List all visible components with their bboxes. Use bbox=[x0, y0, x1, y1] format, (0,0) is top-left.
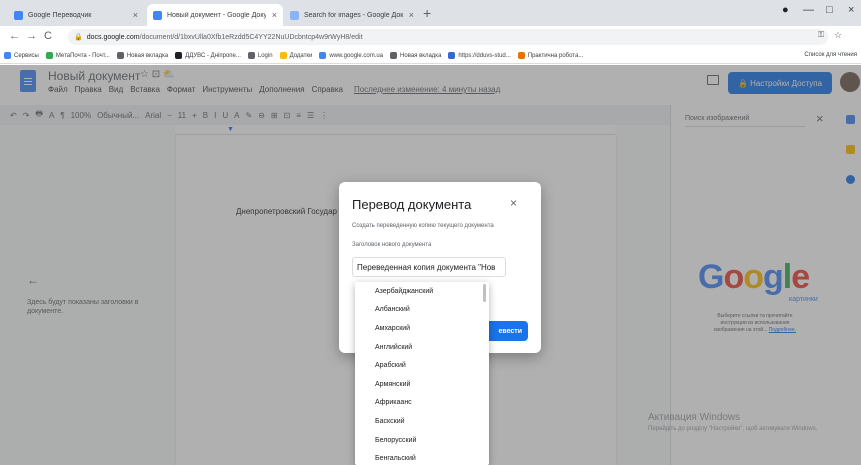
language-option[interactable]: Африкаанс bbox=[355, 394, 489, 413]
tab-google-translate[interactable]: Google Переводчик × bbox=[8, 4, 144, 26]
windows-activation-watermark: Активация Windows Перейдіть до розділу "… bbox=[648, 412, 848, 433]
language-option[interactable]: Английский bbox=[355, 338, 489, 357]
bookmark-label: Сервисы bbox=[14, 52, 39, 59]
bookmark-item[interactable]: https://dduvs-stud... bbox=[448, 52, 511, 59]
bookmark-favicon-icon bbox=[319, 52, 327, 59]
bookmark-favicon-icon bbox=[4, 52, 11, 59]
bookmark-favicon-icon bbox=[45, 52, 53, 59]
tab-title: Search for images - Google Док bbox=[304, 11, 403, 19]
back-arrow-icon[interactable]: ← bbox=[9, 30, 20, 42]
language-option[interactable]: Армянский bbox=[355, 375, 489, 394]
tab-strip: Google Переводчик × Новый документ - Goo… bbox=[0, 0, 861, 26]
bookmark-item[interactable]: Сервисы bbox=[4, 52, 39, 59]
bookmark-label: https://dduvs-stud... bbox=[458, 52, 511, 59]
language-option[interactable]: Бенгальский bbox=[355, 449, 489, 465]
bookmark-label: ДДУВС - Дніпропе... bbox=[185, 52, 241, 59]
google-docs-icon bbox=[290, 10, 299, 20]
language-option[interactable]: Баскский bbox=[355, 412, 489, 431]
tab-close-icon[interactable]: × bbox=[409, 10, 414, 20]
bookmark-item[interactable]: Новая вкладка bbox=[390, 52, 441, 59]
dialog-description: Создать переведенную копию текущего доку… bbox=[352, 223, 494, 229]
reading-list[interactable]: Список для чтения bbox=[804, 52, 857, 58]
language-option[interactable]: Албанский bbox=[355, 301, 489, 320]
bookmark-item[interactable]: Практична робота... bbox=[517, 52, 584, 59]
bookmark-item[interactable]: Новая вкладка bbox=[116, 52, 169, 59]
bookmark-favicon-icon bbox=[448, 52, 456, 59]
bookmark-item[interactable]: www.google.com.ua bbox=[319, 52, 383, 59]
bookmark-favicon-icon bbox=[175, 52, 183, 59]
bookmark-item[interactable]: ДДУВС - Дніпропе... bbox=[175, 52, 241, 59]
bookmark-favicon-icon bbox=[247, 52, 255, 59]
language-option[interactable]: Азербайджанский bbox=[355, 282, 489, 301]
dialog-close-icon[interactable]: × bbox=[510, 196, 517, 210]
google-docs-icon bbox=[153, 10, 162, 20]
dropdown-scrollbar[interactable] bbox=[483, 284, 486, 302]
maximize-button[interactable]: □ bbox=[826, 4, 833, 16]
bookmark-label: Login bbox=[257, 52, 273, 59]
bookmark-label: www.google.com.ua bbox=[329, 52, 384, 59]
lock-icon: 🔒 bbox=[74, 34, 83, 41]
close-window-button[interactable]: × bbox=[848, 4, 854, 16]
tab-title: Новый документ - Google Доку bbox=[167, 11, 266, 19]
bookmark-item[interactable]: Login bbox=[247, 52, 273, 59]
language-option[interactable]: Арабский bbox=[355, 356, 489, 375]
new-document-title-input[interactable] bbox=[352, 257, 506, 277]
bookmark-favicon-icon bbox=[279, 52, 287, 59]
bookmark-label: Новая вкладка bbox=[400, 52, 442, 59]
key-icon[interactable]: ⚿ bbox=[818, 30, 824, 40]
activation-text: Перейдіть до розділу "Настройки", щоб ак… bbox=[648, 426, 818, 432]
tab-search-images[interactable]: Search for images - Google Док × bbox=[284, 4, 420, 26]
bookmark-label: Додатки bbox=[289, 52, 313, 59]
language-option[interactable]: Амхарский bbox=[355, 319, 489, 338]
tab-google-docs[interactable]: Новый документ - Google Доку × bbox=[147, 4, 283, 26]
bookmark-item[interactable]: МетаПочта - Почт... bbox=[45, 52, 110, 59]
google-translate-icon bbox=[14, 10, 23, 20]
bookmark-star-icon[interactable]: ☆ bbox=[834, 30, 842, 41]
bookmark-label: Практична робота... bbox=[527, 52, 584, 59]
activation-title: Активация Windows bbox=[648, 412, 741, 423]
bookmark-label: Новая вкладка bbox=[126, 52, 169, 59]
new-title-label: Заголовок нового документа bbox=[352, 242, 432, 248]
language-option[interactable]: Белорусский bbox=[355, 431, 489, 450]
tab-close-icon[interactable]: × bbox=[133, 10, 138, 20]
dialog-title: Перевод документа bbox=[352, 197, 472, 212]
tab-title: Google Переводчик bbox=[28, 11, 92, 19]
browser-toolbar: ← → C 🔒 docs.google.com /document/d/1bxv… bbox=[0, 26, 861, 48]
address-bar[interactable]: 🔒 docs.google.com /document/d/1bxvUlla0X… bbox=[68, 29, 828, 45]
tab-close-icon[interactable]: × bbox=[272, 10, 277, 20]
bookmark-label: МетаПочта - Почт... bbox=[55, 52, 110, 59]
profile-icon[interactable]: ● bbox=[782, 4, 789, 16]
reload-icon[interactable]: C bbox=[44, 30, 52, 42]
new-tab-button[interactable]: + bbox=[423, 6, 431, 20]
bookmark-favicon-icon bbox=[517, 52, 525, 59]
translate-button[interactable]: евести bbox=[484, 321, 528, 341]
forward-arrow-icon[interactable]: → bbox=[26, 30, 37, 42]
bookmark-favicon-icon bbox=[390, 52, 398, 59]
bookmarks-bar: Сервисы МетаПочта - Почт... Новая вкладка Д… bbox=[0, 48, 861, 64]
bookmark-item[interactable]: Додатки bbox=[279, 52, 313, 59]
url-host: docs.google.com bbox=[86, 33, 140, 41]
minimize-button[interactable]: — bbox=[803, 4, 814, 16]
bookmark-favicon-icon bbox=[116, 52, 124, 59]
url-path: /document/d/1bxvUlla0Xfb1eRzdd5C4YY22NuU… bbox=[139, 33, 363, 41]
target-language-dropdown[interactable]: Азербайджанский Албанский Амхарский Английс… bbox=[355, 282, 489, 465]
